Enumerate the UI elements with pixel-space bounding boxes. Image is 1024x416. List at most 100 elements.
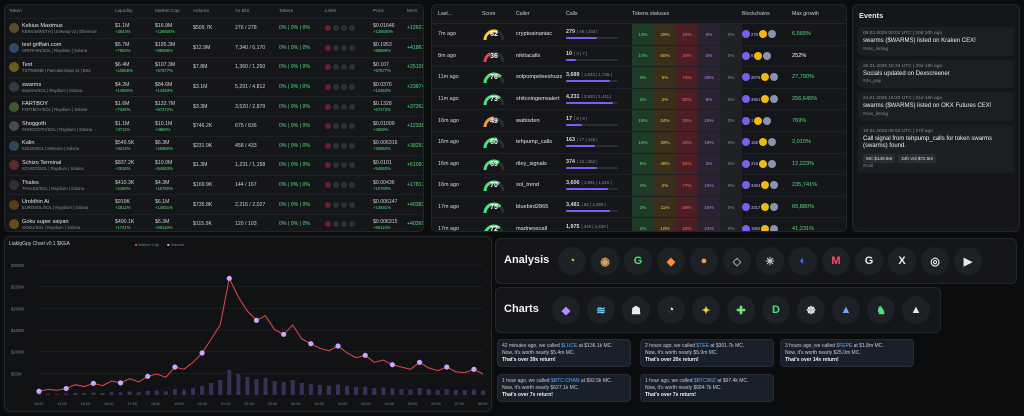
trojan-icon[interactable]: ♞ — [867, 296, 895, 324]
tokens-col-header[interactable]: Liquidity — [115, 9, 155, 14]
promo-card[interactable]: 3 hours ago, we called $FEPE at $1.8m MC… — [780, 339, 914, 368]
coinmarketcap-chart-icon[interactable]: ◔ — [657, 296, 685, 324]
calls-col-header[interactable]: Blockchains — [742, 11, 792, 17]
promo-card[interactable]: 1 hour ago, we called $BTCWIZ at $97.4k … — [640, 374, 774, 403]
event-tag[interactable]: #cex_listing — [863, 112, 1009, 117]
event-card[interactable]: 24.01.2025 18:20 UTC | 21d 16h ago swarms… — [858, 92, 1014, 121]
calls-col-header[interactable]: Score — [482, 11, 516, 17]
call-row[interactable]: 16m ago 49 wabisden 17 | 8 | 9 | 18% 24% 26% 19%… — [432, 110, 846, 132]
website-link-icon[interactable] — [349, 201, 355, 208]
event-card[interactable]: 25.01.2025 15:33 UTC | 20d 19h ago Social… — [858, 59, 1014, 88]
call-marker[interactable] — [145, 373, 151, 379]
telegram-link-icon[interactable] — [341, 123, 347, 130]
promo-ticker[interactable]: $BTC-CHAN — [551, 378, 580, 384]
raydium-icon[interactable]: ▲ — [902, 296, 930, 324]
caller-name[interactable]: tehpump_calls — [516, 139, 566, 145]
token-row[interactable]: Goku super saiyan GOKU/SOL | Raydium | So… — [5, 215, 423, 231]
chart-canvas[interactable]: $300M $250M $200M $150M $100M $50M 13:00 14:00 1… — [5, 237, 492, 412]
x-link-icon[interactable] — [333, 84, 339, 91]
caller-name[interactable]: shitcoingemsalert — [516, 96, 566, 102]
calls-col-header[interactable]: Calls — [566, 11, 632, 17]
promo-ticker[interactable]: $TEE — [696, 343, 709, 349]
tinyastro-icon[interactable]: ◆ — [657, 247, 685, 275]
call-row[interactable]: 16m ago 60 tehpump_calls 163 | 17 | 146 | 15%… — [432, 131, 846, 154]
mobula-icon[interactable]: M — [822, 247, 850, 275]
x-link-icon[interactable] — [333, 25, 339, 32]
google-icon[interactable]: G — [855, 247, 883, 275]
dexlab-icon[interactable]: D — [762, 296, 790, 324]
tokens-col-header[interactable]: Links — [325, 9, 373, 14]
youtube-icon[interactable]: ▶ — [954, 247, 982, 275]
caller-name[interactable]: nikitacalls — [516, 53, 566, 59]
gmgn-icon[interactable]: ✚ — [727, 296, 755, 324]
caller-name[interactable]: madnesscall — [516, 226, 566, 231]
x-link-icon[interactable] — [333, 162, 339, 169]
telegram-link-icon[interactable] — [341, 25, 347, 32]
x-link-icon[interactable] — [333, 123, 339, 130]
caller-name[interactable]: solpompeleeshuzz — [516, 74, 566, 80]
call-row[interactable]: 17m ago 72 madnesscall 1,975 | 345 | 1,630 |… — [432, 218, 846, 231]
caller-name[interactable]: sol_trend — [516, 182, 566, 188]
call-row[interactable]: 7m ago 62 cryptoainaniac 279 | 46 | 233 | 13%… — [432, 24, 846, 46]
reddit-icon[interactable]: ◎ — [921, 247, 949, 275]
token-row[interactable]: Thales THALES/SOL | Raydium | Solana $410.… — [5, 176, 423, 196]
youtube-link-icon[interactable] — [325, 221, 331, 228]
call-row[interactable]: 17m ago 75 bluebird2865 3,481 | 82 | 2,399 |… — [432, 196, 846, 219]
birdeye-icon[interactable]: ✳ — [756, 247, 784, 275]
promo-card[interactable]: 42 minutes ago, we called $LUCE at $136.… — [497, 339, 631, 368]
event-tag[interactable]: #call — [863, 164, 1009, 169]
call-marker[interactable] — [471, 366, 477, 372]
tokens-col-header[interactable]: Market Cap — [155, 9, 193, 14]
calls-col-header[interactable]: Tokens statuses — [632, 11, 742, 17]
website-link-icon[interactable] — [349, 25, 355, 32]
event-card[interactable]: 05.02.2025 00:01 UTC | 10d 10h ago swarms… — [858, 27, 1014, 56]
website-link-icon[interactable] — [349, 162, 355, 169]
x-link-icon[interactable] — [333, 201, 339, 208]
token-row[interactable]: Kekius Maximus KEKIUS/WETH | Uniswap v2 |… — [5, 19, 423, 39]
bullx-icon[interactable]: ☗ — [622, 296, 650, 324]
event-card[interactable]: 19.01.2025 09:53 UTC | 27d ago Call signa… — [858, 124, 1014, 173]
promo-card[interactable]: 1 hour ago, we called $BTC-CHAN at $92.5… — [497, 374, 631, 403]
call-marker[interactable] — [117, 380, 124, 386]
x-link-icon[interactable] — [333, 182, 339, 189]
call-marker[interactable] — [226, 275, 232, 281]
call-marker[interactable] — [90, 380, 96, 386]
event-tag[interactable]: #cex_listing — [863, 47, 1009, 52]
token-row[interactable]: FARTBOY FARTBOY/SOL | Raydium | Solana $1.… — [5, 97, 423, 117]
call-row[interactable]: 11m ago 73 shitcoingemsalert 4,231 | 2,920 |… — [432, 88, 846, 111]
youtube-link-icon[interactable] — [325, 84, 331, 91]
telegram-link-icon[interactable] — [341, 44, 347, 51]
call-marker[interactable] — [199, 350, 205, 356]
promo-card[interactable]: 2 hours ago, we called $TEE at $301.7k M… — [640, 339, 774, 368]
bonkbot-icon[interactable]: ☸ — [797, 296, 825, 324]
call-marker[interactable] — [362, 352, 368, 358]
call-marker[interactable] — [63, 385, 69, 392]
tokens-col-header[interactable]: Volume — [193, 9, 235, 14]
promo-ticker[interactable]: $BTCWIZ — [694, 378, 716, 384]
youtube-link-icon[interactable] — [325, 44, 331, 51]
call-row[interactable]: 16m ago 69 riley_signals 374 | 12 | 362 | 5% 4… — [432, 153, 846, 176]
tokens-col-header[interactable]: MAX — [407, 9, 423, 14]
call-marker[interactable] — [281, 331, 287, 337]
poocoin-icon[interactable]: ● — [690, 247, 718, 275]
telegram-link-icon[interactable] — [341, 64, 347, 71]
website-link-icon[interactable] — [349, 182, 355, 189]
website-link-icon[interactable] — [349, 142, 355, 149]
coinmarketcap-icon[interactable]: ◔ — [558, 247, 586, 275]
token-row[interactable]: test griffain.com GRIFFAIN/SOL | Raydium … — [5, 39, 423, 59]
token-row[interactable]: swarms swarms/SOL | Raydium | Solana $4.2M… — [5, 78, 423, 98]
website-link-icon[interactable] — [349, 64, 355, 71]
website-link-icon[interactable] — [349, 103, 355, 110]
x-link-icon[interactable] — [333, 44, 339, 51]
x-link-icon[interactable] — [333, 142, 339, 149]
youtube-link-icon[interactable] — [325, 162, 331, 169]
call-marker[interactable] — [335, 343, 341, 349]
promo-ticker[interactable]: $FEPE — [836, 343, 852, 349]
youtube-link-icon[interactable] — [325, 142, 331, 149]
call-marker[interactable] — [416, 359, 423, 365]
solscan-icon[interactable]: ≋ — [587, 296, 615, 324]
youtube-link-icon[interactable] — [325, 25, 331, 32]
x-link-icon[interactable] — [333, 103, 339, 110]
call-marker[interactable] — [253, 317, 260, 323]
telegram-link-icon[interactable] — [341, 84, 347, 91]
